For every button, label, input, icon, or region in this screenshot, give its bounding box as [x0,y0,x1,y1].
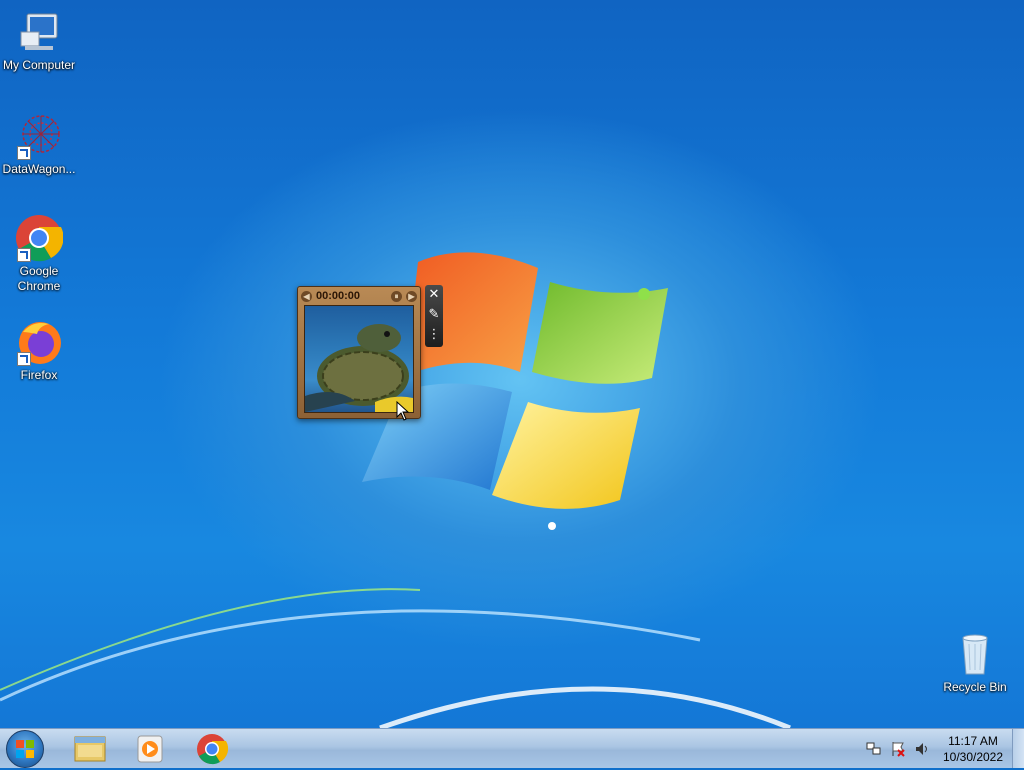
desktop-icon-label: Firefox [20,368,58,382]
network-icon[interactable] [866,741,882,757]
datawagon-icon [15,112,63,160]
clock-date: 10/30/2022 [942,750,1004,764]
google-chrome-desktop-icon[interactable]: Google Chrome [0,214,78,294]
gadget-timer: 00:00:00 [316,290,361,302]
next-icon[interactable]: ▶ [406,290,417,302]
desktop-icon-label: DataWagon... [2,162,76,176]
desktop-icon-label: My Computer [2,58,76,72]
shortcut-arrow-icon [17,352,31,366]
taskbar-clock[interactable]: 11:17 AM 10/30/2022 [936,733,1010,765]
file-explorer-icon[interactable] [66,731,114,767]
firefox-icon [15,318,63,366]
media-player-icon[interactable] [126,731,174,767]
windows-logo-wallpaper [0,252,791,728]
gadget-side-toolbar: ✕ ✎ ⋮ [425,285,443,347]
datawagon-desktop-icon[interactable]: DataWagon... [0,112,78,177]
recycle-bin-desktop-icon[interactable]: Recycle Bin [936,630,1014,695]
mouse-pointer-icon [396,401,410,421]
chrome-icon [15,214,64,262]
close-icon[interactable]: ✕ [425,285,443,305]
previous-icon[interactable]: ◀ [301,290,312,302]
windows-start-icon[interactable] [6,730,44,768]
pause-icon[interactable]: ⏸ [391,290,402,302]
gadget-titlebar: ◀ 00:00:00 ⏸ ▶ [301,289,417,303]
taskbar: 11:17 AM 10/30/2022 [0,728,1024,768]
chrome-icon[interactable] [188,731,236,767]
shortcut-arrow-icon [17,146,31,160]
show-desktop-button[interactable] [1012,729,1024,768]
computer-icon [15,8,63,56]
firefox-desktop-icon[interactable]: Firefox [0,318,78,383]
desktop-background: My Computer DataWagon... Google Chrome F… [0,0,1024,728]
options-wrench-icon[interactable]: ✎ [425,305,443,325]
sea-turtle-photo[interactable] [304,305,414,413]
drag-handle-icon[interactable]: ⋮ [425,325,443,345]
desktop-icon-label: Recycle Bin [943,680,1007,694]
desktop-icon-label: Google Chrome [17,264,61,293]
action-center-flag-icon[interactable] [890,741,906,757]
slide-show-gadget[interactable]: ◀ 00:00:00 ⏸ ▶ [297,286,421,419]
shortcut-arrow-icon [17,248,31,262]
my-computer-desktop-icon[interactable]: My Computer [0,8,78,73]
volume-icon[interactable] [914,741,930,757]
clock-time: 11:17 AM [948,734,998,748]
recycle-bin-icon [951,630,999,678]
